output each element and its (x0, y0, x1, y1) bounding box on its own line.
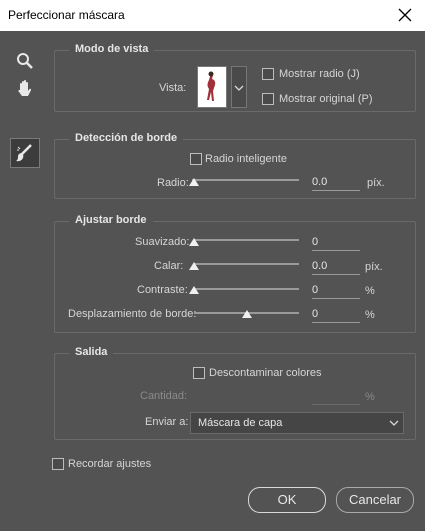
contrast-label: Contraste: (137, 284, 188, 296)
smart-radius-checkbox[interactable] (190, 153, 202, 165)
output-legend: Salida (69, 346, 114, 358)
contrast-unit: % (365, 285, 375, 297)
adjust-edge-legend: Ajustar borde (69, 214, 153, 226)
radius-slider-thumb[interactable] (189, 178, 199, 186)
remember-settings-checkbox[interactable] (52, 458, 64, 470)
view-thumbnail[interactable] (197, 66, 227, 108)
show-original-label: Mostrar original (P) (279, 93, 373, 105)
title-bar: Perfeccionar máscara (0, 0, 425, 31)
amount-value-field (312, 389, 360, 405)
amount-label: Cantidad: (140, 390, 188, 402)
feather-label: Calar: (154, 260, 184, 272)
view-mode-legend: Modo de vista (69, 43, 155, 55)
send-to-label: Enviar a: (145, 416, 189, 428)
view-dropdown[interactable] (231, 66, 247, 108)
smooth-value-field[interactable]: 0 (312, 235, 360, 251)
view-mode-section: Modo de vista Vista: Mostrar radio (J) M… (54, 43, 416, 112)
radius-value-field[interactable]: 0.0 (312, 175, 360, 191)
view-label: Vista: (159, 82, 187, 94)
refine-mask-dialog: Perfeccionar máscara Modo de vista Vista… (0, 0, 425, 531)
contrast-slider-thumb[interactable] (189, 286, 199, 294)
shift-edge-label: Desplazamiento de borde: (68, 308, 197, 320)
amount-unit: % (365, 391, 375, 403)
hand-tool-icon[interactable] (16, 79, 34, 99)
decontaminate-label: Descontaminar colores (209, 367, 322, 379)
smooth-slider-track[interactable] (194, 239, 299, 241)
contrast-value-field[interactable]: 0 (312, 283, 360, 299)
send-to-select[interactable]: Máscara de capa (190, 412, 404, 434)
edge-detection-legend: Detección de borde (69, 132, 184, 144)
radius-unit: píx. (367, 177, 385, 189)
feather-value-field[interactable]: 0.0 (312, 259, 360, 275)
window-title: Perfeccionar máscara (8, 8, 125, 22)
feather-slider-thumb[interactable] (189, 262, 199, 270)
radius-slider-track[interactable] (192, 179, 299, 181)
send-to-value: Máscara de capa (198, 417, 283, 429)
close-icon[interactable] (393, 3, 417, 27)
chevron-down-icon (234, 85, 244, 91)
smart-radius-label: Radio inteligente (205, 153, 287, 165)
smooth-slider-thumb[interactable] (189, 238, 199, 246)
adjust-edge-section: Ajustar borde Suavizado: 0 Calar: 0.0 pí… (54, 214, 416, 333)
ok-button[interactable]: OK (248, 487, 326, 513)
show-radius-checkbox[interactable] (262, 68, 274, 80)
cancel-button[interactable]: Cancelar (336, 487, 414, 513)
shift-edge-unit: % (365, 309, 375, 321)
show-radius-label: Mostrar radio (J) (279, 68, 360, 80)
shift-edge-value-field[interactable]: 0 (312, 307, 360, 323)
feather-unit: píx. (365, 261, 383, 273)
feather-slider-track[interactable] (194, 263, 299, 265)
contrast-slider-track[interactable] (194, 288, 299, 290)
smooth-label: Suavizado: (135, 236, 190, 248)
chevron-down-icon (389, 418, 399, 431)
radius-label: Radio: (157, 177, 189, 189)
edge-detection-section: Detección de borde Radio inteligente Rad… (54, 132, 416, 199)
refine-radius-tool-icon[interactable] (10, 138, 40, 168)
decontaminate-checkbox[interactable] (193, 367, 205, 379)
show-original-checkbox[interactable] (262, 93, 274, 105)
zoom-tool-icon[interactable] (16, 52, 34, 70)
remember-settings-label: Recordar ajustes (68, 458, 152, 470)
shift-edge-slider-thumb[interactable] (241, 310, 252, 318)
output-section: Salida Descontaminar colores Cantidad: %… (54, 346, 416, 440)
